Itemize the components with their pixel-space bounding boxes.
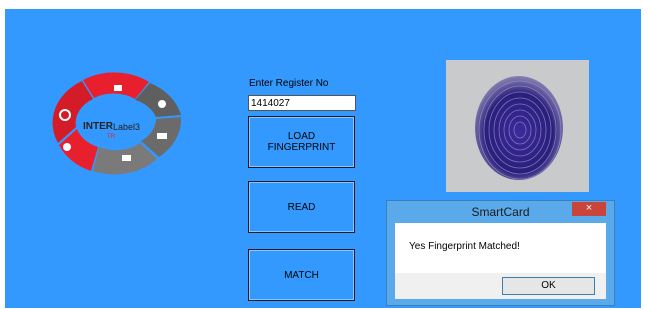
smartcard-dialog: SmartCard × Yes Fingerprint Matched! OK (386, 200, 615, 306)
load-fingerprint-button[interactable]: LOAD FINGERPRINT (248, 116, 355, 168)
register-input[interactable] (248, 95, 356, 111)
dialog-message: Yes Fingerprint Matched! (409, 241, 520, 252)
fingerprint-image (446, 60, 589, 192)
laptop-icon (114, 85, 122, 91)
match-button[interactable]: MATCH (248, 249, 355, 301)
factory-icon (157, 133, 167, 139)
devices-icon (122, 155, 131, 161)
people-icon (158, 100, 166, 108)
dialog-body: Yes Fingerprint Matched! (395, 223, 606, 273)
load-button-line1: LOAD (287, 131, 316, 142)
register-label: Enter Register No (249, 78, 329, 89)
location-pin-icon (63, 143, 71, 151)
logo-sub: TR (107, 134, 116, 140)
load-button-line2: FINGERPRINT (267, 142, 336, 153)
close-icon[interactable]: × (572, 202, 606, 216)
dialog-footer: OK (395, 273, 606, 299)
logo-brand: INTER (83, 121, 114, 132)
company-logo: INTER Label3 TR (52, 72, 182, 175)
read-button[interactable]: READ (248, 181, 355, 233)
logo-product: Label3 (113, 122, 140, 132)
fingerprint-drawing (475, 76, 563, 180)
ok-button[interactable]: OK (502, 277, 595, 295)
